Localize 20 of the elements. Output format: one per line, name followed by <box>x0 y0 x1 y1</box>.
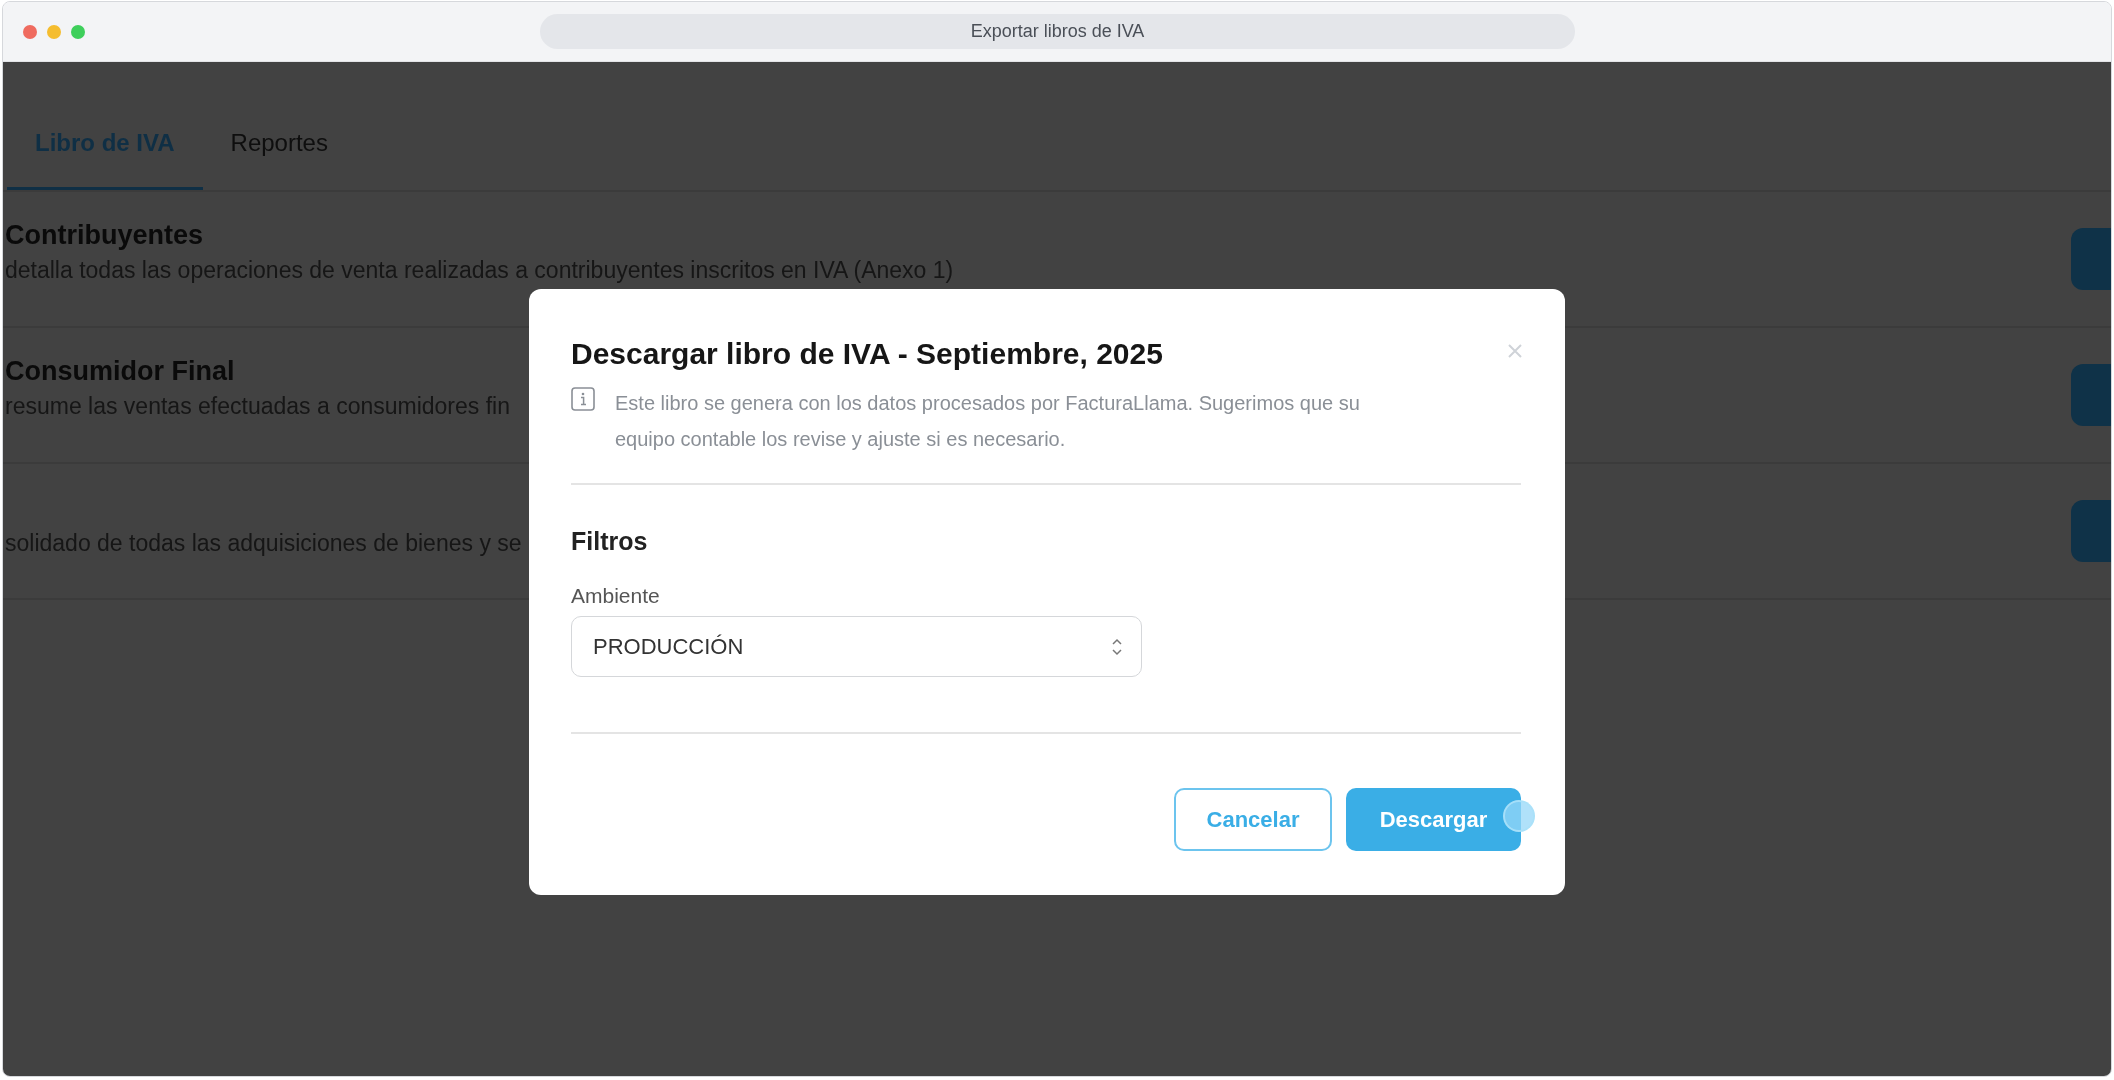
section-title: Filtros <box>571 527 649 556</box>
select-field[interactable]: PRODUCCIÓN <box>571 616 1142 677</box>
click-indicator <box>1503 800 1535 832</box>
chevron-updown-icon <box>1111 636 1123 657</box>
dialog-button[interactable]: Descargar <box>1346 788 1521 851</box>
close-window-icon[interactable] <box>23 24 37 39</box>
row-title: Consumidor Final <box>5 356 236 387</box>
dialog-title: Descargar libro de IVA - Septiembre, 2025 <box>571 337 1163 371</box>
info-icon <box>571 387 595 411</box>
minimize-window-icon[interactable] <box>47 24 61 39</box>
row-button[interactable] <box>2071 364 2111 426</box>
info-text: Este libro se genera con los datos procesados por FacturaLlama. Sugerimos que su equipo contable los revise y ajuste si es necesario. <box>615 391 1361 452</box>
dialog-button[interactable]: Cancelar <box>1174 788 1332 851</box>
field-label: Ambiente <box>571 584 661 608</box>
row-button[interactable] <box>2071 228 2111 290</box>
close-icon[interactable] <box>1507 343 1523 359</box>
maximize-window-icon[interactable] <box>71 24 85 39</box>
row-title: Contribuyentes <box>5 220 205 251</box>
row-button[interactable] <box>2071 500 2111 562</box>
window-title: Exportar libros de IVA <box>540 14 1575 49</box>
